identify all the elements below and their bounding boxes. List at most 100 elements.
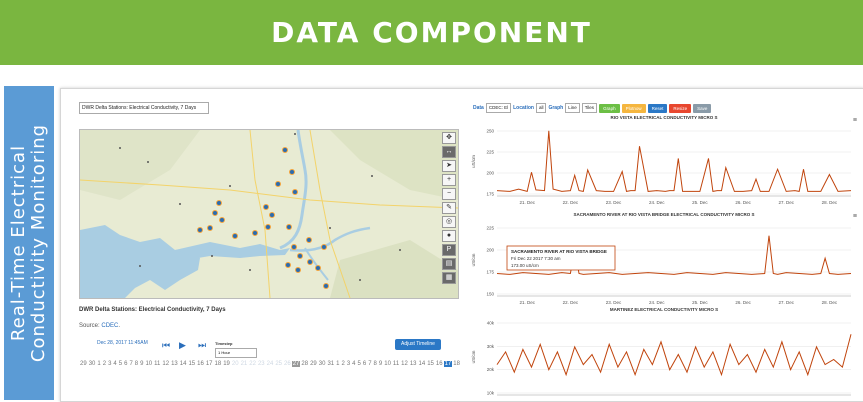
data-select[interactable]: CDEC: El xyxy=(485,103,512,113)
timeline-day[interactable]: 17 xyxy=(443,361,453,367)
chart-2-menu-icon[interactable]: ≡ xyxy=(853,213,857,220)
graph-button[interactable]: Graph xyxy=(599,103,620,113)
globe-icon[interactable]: ◎ xyxy=(442,216,456,228)
location-label: Location xyxy=(513,105,534,111)
x-tick-label: 27. Dec xyxy=(778,200,794,205)
timeline-day[interactable]: 18 xyxy=(452,361,461,367)
chart-panel: Data CDEC: El Location all Graph Line Ti… xyxy=(467,89,861,399)
resize-button[interactable]: Resize xyxy=(669,103,692,113)
timeline-day[interactable]: 26 xyxy=(283,361,292,367)
timeline-day[interactable]: 27 xyxy=(291,361,301,367)
x-tick-label: 25. Dec xyxy=(692,200,708,205)
timeline-day[interactable]: 20 xyxy=(231,361,240,367)
timeline-day[interactable]: 13 xyxy=(409,361,418,367)
timeline-day[interactable]: 24 xyxy=(266,361,275,367)
timeline-day[interactable]: 16 xyxy=(196,361,205,367)
graph-type-select[interactable]: Line xyxy=(565,103,580,113)
timeline-day[interactable]: 17 xyxy=(205,361,214,367)
timeline-day[interactable]: 23 xyxy=(257,361,266,367)
timeline-day[interactable]: 19 xyxy=(222,361,231,367)
timeline-day[interactable]: 10 xyxy=(144,361,153,367)
reset-button[interactable]: Reset xyxy=(647,103,668,113)
dashboard-frame: DWR Delta Stations: Electrical Conductiv… xyxy=(60,88,863,402)
timeline-day[interactable]: 11 xyxy=(153,361,161,367)
chart-3: 40k 30k 20k 10k uS/cm xyxy=(471,321,852,396)
y-axis-label: uS/cm xyxy=(471,253,476,266)
y-tick-label: 10k xyxy=(487,391,495,396)
chart-2: 225 200 175 150 uS/cm 21. Dec 22. Dec 23. Dec 24… xyxy=(471,226,852,305)
source-line: Source: CDEC. xyxy=(79,323,121,329)
location-select[interactable]: all xyxy=(535,103,547,113)
graph-label: Graph xyxy=(548,105,564,111)
timeline-day[interactable]: 21 xyxy=(240,361,249,367)
timeline-day[interactable]: 11 xyxy=(392,361,400,367)
timeline-day[interactable]: 14 xyxy=(179,361,188,367)
print-icon[interactable]: P xyxy=(442,244,456,256)
chart-1-title: RIO VISTA ELECTRICAL CONDUCTIVITY MICRO … xyxy=(610,115,718,120)
timeline-day[interactable]: 25 xyxy=(274,361,283,367)
y-tick-label: 250 xyxy=(486,129,494,134)
timeline-day[interactable]: 18 xyxy=(214,361,223,367)
map-panel: DWR Delta Stations: Electrical Conductiv… xyxy=(65,89,461,399)
y-axis-label: uS/cm xyxy=(471,350,476,363)
skip-forward-icon[interactable]: ⏭ xyxy=(198,340,206,351)
plotnow-button[interactable]: Plotnow xyxy=(621,103,646,113)
y-tick-label: 225 xyxy=(486,150,494,155)
x-tick-label: 21. Dec xyxy=(519,200,535,205)
layers-icon[interactable]: ▤ xyxy=(442,258,456,270)
timestep-label: Timestep xyxy=(215,341,233,346)
zoom-in-icon[interactable]: + xyxy=(442,174,456,186)
basemap-icon[interactable]: ▦ xyxy=(442,272,456,284)
timeline-day[interactable]: 29 xyxy=(79,361,88,367)
timeline-day[interactable]: 10 xyxy=(383,361,392,367)
timeline-day[interactable]: 12 xyxy=(161,361,170,367)
y-tick-label: 175 xyxy=(486,270,494,275)
info-icon[interactable]: ● xyxy=(442,230,456,242)
y-tick-label: 40k xyxy=(487,321,495,326)
station-layer-select[interactable]: DWR Delta Stations: Electrical Conductiv… xyxy=(79,102,209,114)
sidebar-label-panel: Real-Time Electrical Conductivity Monito… xyxy=(4,86,54,400)
skip-back-icon[interactable]: ⏮ xyxy=(162,340,170,351)
timeline-day[interactable]: 12 xyxy=(400,361,409,367)
timeline-day[interactable]: 16 xyxy=(435,361,444,367)
x-tick-label: 23. Dec xyxy=(606,300,622,305)
tooltip-title: SACRAMENTO RIVER AT RIO VISTA BRIDGE xyxy=(511,249,607,254)
save-button[interactable]: Save xyxy=(693,103,712,113)
series-line xyxy=(496,334,852,377)
tooltip-date: Fri Dec 22 2017 7:30 am xyxy=(511,256,561,261)
play-icon[interactable]: ▶ xyxy=(179,340,186,351)
tiles-select[interactable]: Tiles xyxy=(581,103,598,113)
timeline-strip[interactable]: 29 30 1 2 3 4 5 6 7 8 9 10 11 12 13 14 15 16 17 18 19 20 21 22 2… xyxy=(79,361,461,367)
x-tick-label: 27. Dec xyxy=(778,300,794,305)
station-map[interactable]: ✥ ↔ ➤ + − ✎ ◎ ● P ▤ ▦ xyxy=(79,129,459,299)
timeline-day[interactable]: 30 xyxy=(318,361,327,367)
timeline-day[interactable]: 14 xyxy=(418,361,427,367)
sidebar-label: Real-Time Electrical Conductivity Monito… xyxy=(8,124,49,362)
timeline-day[interactable]: 15 xyxy=(187,361,196,367)
x-tick-label: 22. Dec xyxy=(563,200,579,205)
series-line xyxy=(496,130,852,193)
chart-controls: Data CDEC: El Location all Graph Line Ti… xyxy=(473,103,712,113)
edit-icon[interactable]: ✎ xyxy=(442,202,456,214)
x-tick-label: 28. Dec xyxy=(822,300,838,305)
adjust-timeline-button[interactable]: Adjust Timeline xyxy=(395,339,441,350)
sidebar-line-1: Real-Time Electrical xyxy=(8,144,29,342)
x-tick-label: 21. Dec xyxy=(519,300,535,305)
timeline-day[interactable]: 30 xyxy=(88,361,97,367)
timeline-day[interactable]: 15 xyxy=(426,361,435,367)
chart-2-title: SACRAMENTO RIVER AT RIO VISTA BRIDGE ELE… xyxy=(573,212,755,217)
timeline-day[interactable]: 29 xyxy=(309,361,318,367)
y-tick-label: 200 xyxy=(486,248,494,253)
cursor-icon[interactable]: ➤ xyxy=(442,160,456,172)
pan-icon[interactable]: ✥ xyxy=(442,132,456,144)
timeline-day[interactable]: 22 xyxy=(248,361,257,367)
timeline-day[interactable]: 13 xyxy=(170,361,179,367)
zoom-extent-icon[interactable]: ↔ xyxy=(442,146,456,158)
zoom-out-icon[interactable]: − xyxy=(442,188,456,200)
y-tick-label: 150 xyxy=(486,292,494,297)
map-canvas xyxy=(80,130,458,298)
timeline-day[interactable]: 31 xyxy=(326,361,335,367)
timestep-select[interactable]: 1 Hour xyxy=(215,348,257,358)
timeline-day[interactable]: 28 xyxy=(300,361,309,367)
source-link[interactable]: CDEC xyxy=(101,323,118,329)
